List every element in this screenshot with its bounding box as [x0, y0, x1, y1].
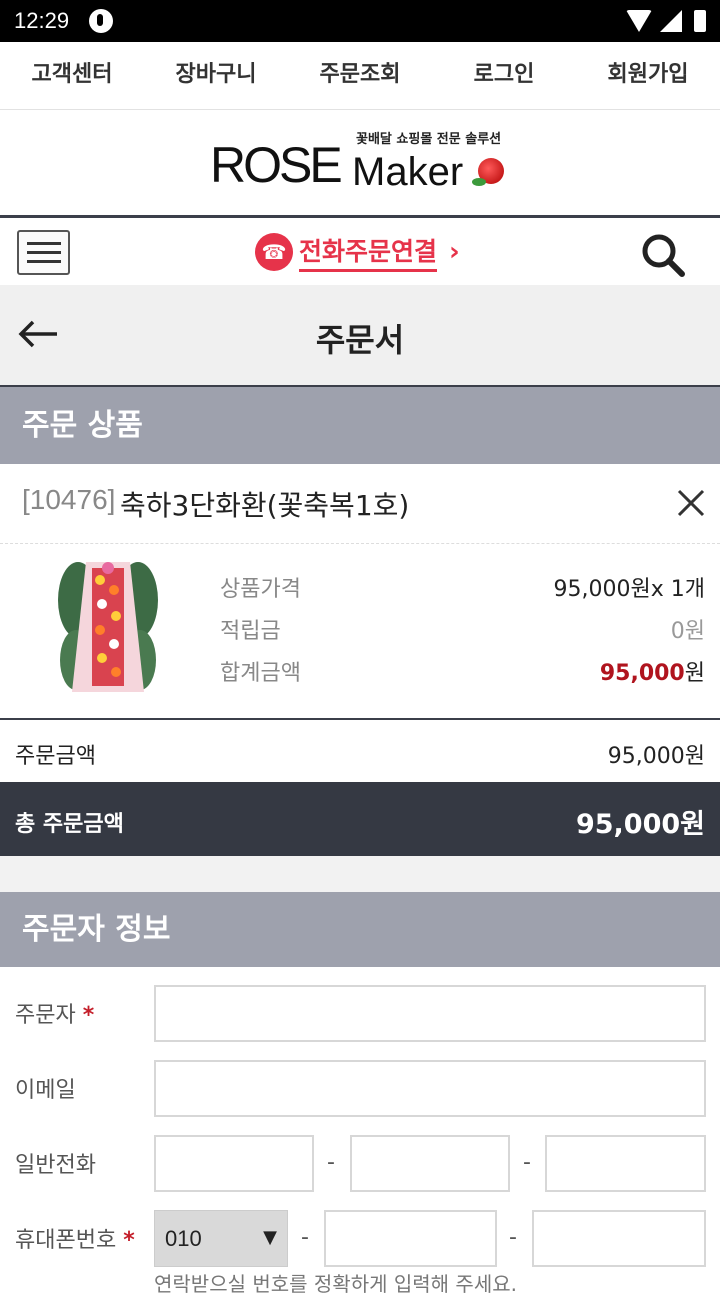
nav-order-lookup[interactable]: 주문조회 — [288, 42, 432, 109]
mobile-prefix-value: 010 — [165, 1226, 202, 1251]
battery-icon — [694, 10, 706, 32]
total-amount-value: 95,000원 — [575, 809, 705, 840]
logo-tagline: 꽃배달 쇼핑몰 전문 솔루션 — [356, 131, 502, 147]
menu-line-icon — [26, 260, 61, 263]
mobile-label: 휴대폰번호 * — [15, 1222, 135, 1254]
product-thumbnail[interactable] — [56, 560, 160, 695]
product-name: 축하3단화환(꽃축복1호) — [120, 489, 410, 522]
order-amount-value: 95,000원 — [607, 744, 705, 769]
points-value: 0원 — [670, 619, 705, 644]
subtotal-amount: 95,000 — [599, 661, 685, 686]
mobile-part2-input[interactable] — [324, 1210, 497, 1267]
landline-label: 일반전화 — [15, 1153, 96, 1178]
mobile-prefix-select[interactable]: 010 ▼ — [154, 1210, 288, 1267]
landline-part1-input[interactable] — [154, 1135, 314, 1192]
nav-signup[interactable]: 회원가입 — [576, 42, 720, 109]
top-nav: 고객센터 장바구니 주문조회 로그인 회원가입 — [0, 42, 720, 110]
mobile-label-text: 휴대폰번호 — [15, 1228, 117, 1253]
subtotal-unit: 원 — [684, 661, 705, 686]
product-code: [10476] — [22, 484, 116, 515]
order-amount-label: 주문금액 — [15, 744, 96, 769]
menu-line-icon — [26, 251, 61, 254]
order-amount-row: 주문금액 95,000원 — [0, 722, 720, 782]
mobile-part3-input[interactable] — [532, 1210, 706, 1267]
remove-product-close-icon[interactable] — [676, 488, 706, 518]
email-label: 이메일 — [15, 1078, 76, 1103]
subtotal-value: 95,000원 — [600, 655, 705, 687]
subtotal-label: 합계금액 — [220, 661, 301, 686]
section-orderer-info: 주문자 정보 — [0, 892, 720, 967]
mobile-dash-1: - — [301, 1225, 309, 1250]
section-order-products: 주문 상품 — [0, 387, 720, 464]
total-amount-row: 총 주문금액 95,000원 — [0, 782, 720, 856]
chevron-right-icon: › — [449, 237, 460, 267]
phone-icon: ☎ — [255, 233, 293, 271]
required-mark: * — [123, 1228, 135, 1253]
search-icon[interactable] — [640, 232, 686, 278]
landline-part2-input[interactable] — [350, 1135, 510, 1192]
points-label: 적립금 — [220, 619, 281, 644]
logo-area: 꽃배달 쇼핑몰 전문 솔루션 ROSE Maker — [0, 110, 720, 215]
status-bar: 12:29 — [0, 0, 720, 42]
price-value: 95,000원x 1개 — [553, 577, 705, 602]
main-toolbar: ☎ 전화주문연결 › — [0, 215, 720, 285]
logo-maker-text: Maker — [352, 149, 464, 194]
rose-leaf-icon — [472, 177, 486, 186]
orderer-name-input[interactable] — [154, 985, 706, 1042]
total-amount-label: 총 주문금액 — [15, 812, 124, 837]
dropdown-arrow-icon: ▼ — [263, 1227, 277, 1248]
menu-line-icon — [26, 242, 61, 245]
signal-icon — [660, 10, 682, 32]
nav-login[interactable]: 로그인 — [432, 42, 576, 109]
price-label: 상품가격 — [220, 577, 301, 602]
orderer-name-label: 주문자 * — [15, 997, 94, 1029]
mobile-dash-2: - — [509, 1225, 517, 1250]
status-icons — [626, 10, 706, 32]
nav-customer-center[interactable]: 고객센터 — [0, 42, 144, 109]
mobile-hint-text: 연락받으실 번호를 정확하게 입력해 주세요. — [154, 1272, 517, 1296]
phone-order-label: 전화주문연결 — [299, 232, 438, 272]
landline-dash-2: - — [523, 1150, 531, 1175]
required-mark: * — [82, 1003, 95, 1028]
product-detail: 상품가격 95,000원x 1개 적립금 0원 합계금액 95,000원 — [0, 545, 720, 720]
nav-cart[interactable]: 장바구니 — [144, 42, 288, 109]
page-title: 주문서 — [315, 321, 405, 359]
hamburger-menu-button[interactable] — [17, 230, 70, 275]
email-input[interactable] — [154, 1060, 706, 1117]
landline-part3-input[interactable] — [545, 1135, 706, 1192]
landline-dash-1: - — [327, 1150, 335, 1175]
phone-order-link[interactable]: ☎ 전화주문연결 › — [255, 232, 460, 272]
section-divider — [0, 856, 720, 892]
page-header: 주문서 — [0, 285, 720, 387]
logo-rose-text: ROSE — [210, 136, 343, 193]
product-name-row: [10476] 축하3단화환(꽃축복1호) — [0, 464, 720, 544]
orderer-name-label-text: 주문자 — [15, 1003, 76, 1028]
status-time: 12:29 — [14, 8, 70, 33]
notification-icon — [89, 9, 114, 33]
site-logo[interactable]: 꽃배달 쇼핑몰 전문 솔루션 ROSE Maker — [210, 128, 510, 198]
wifi-icon — [626, 10, 652, 32]
